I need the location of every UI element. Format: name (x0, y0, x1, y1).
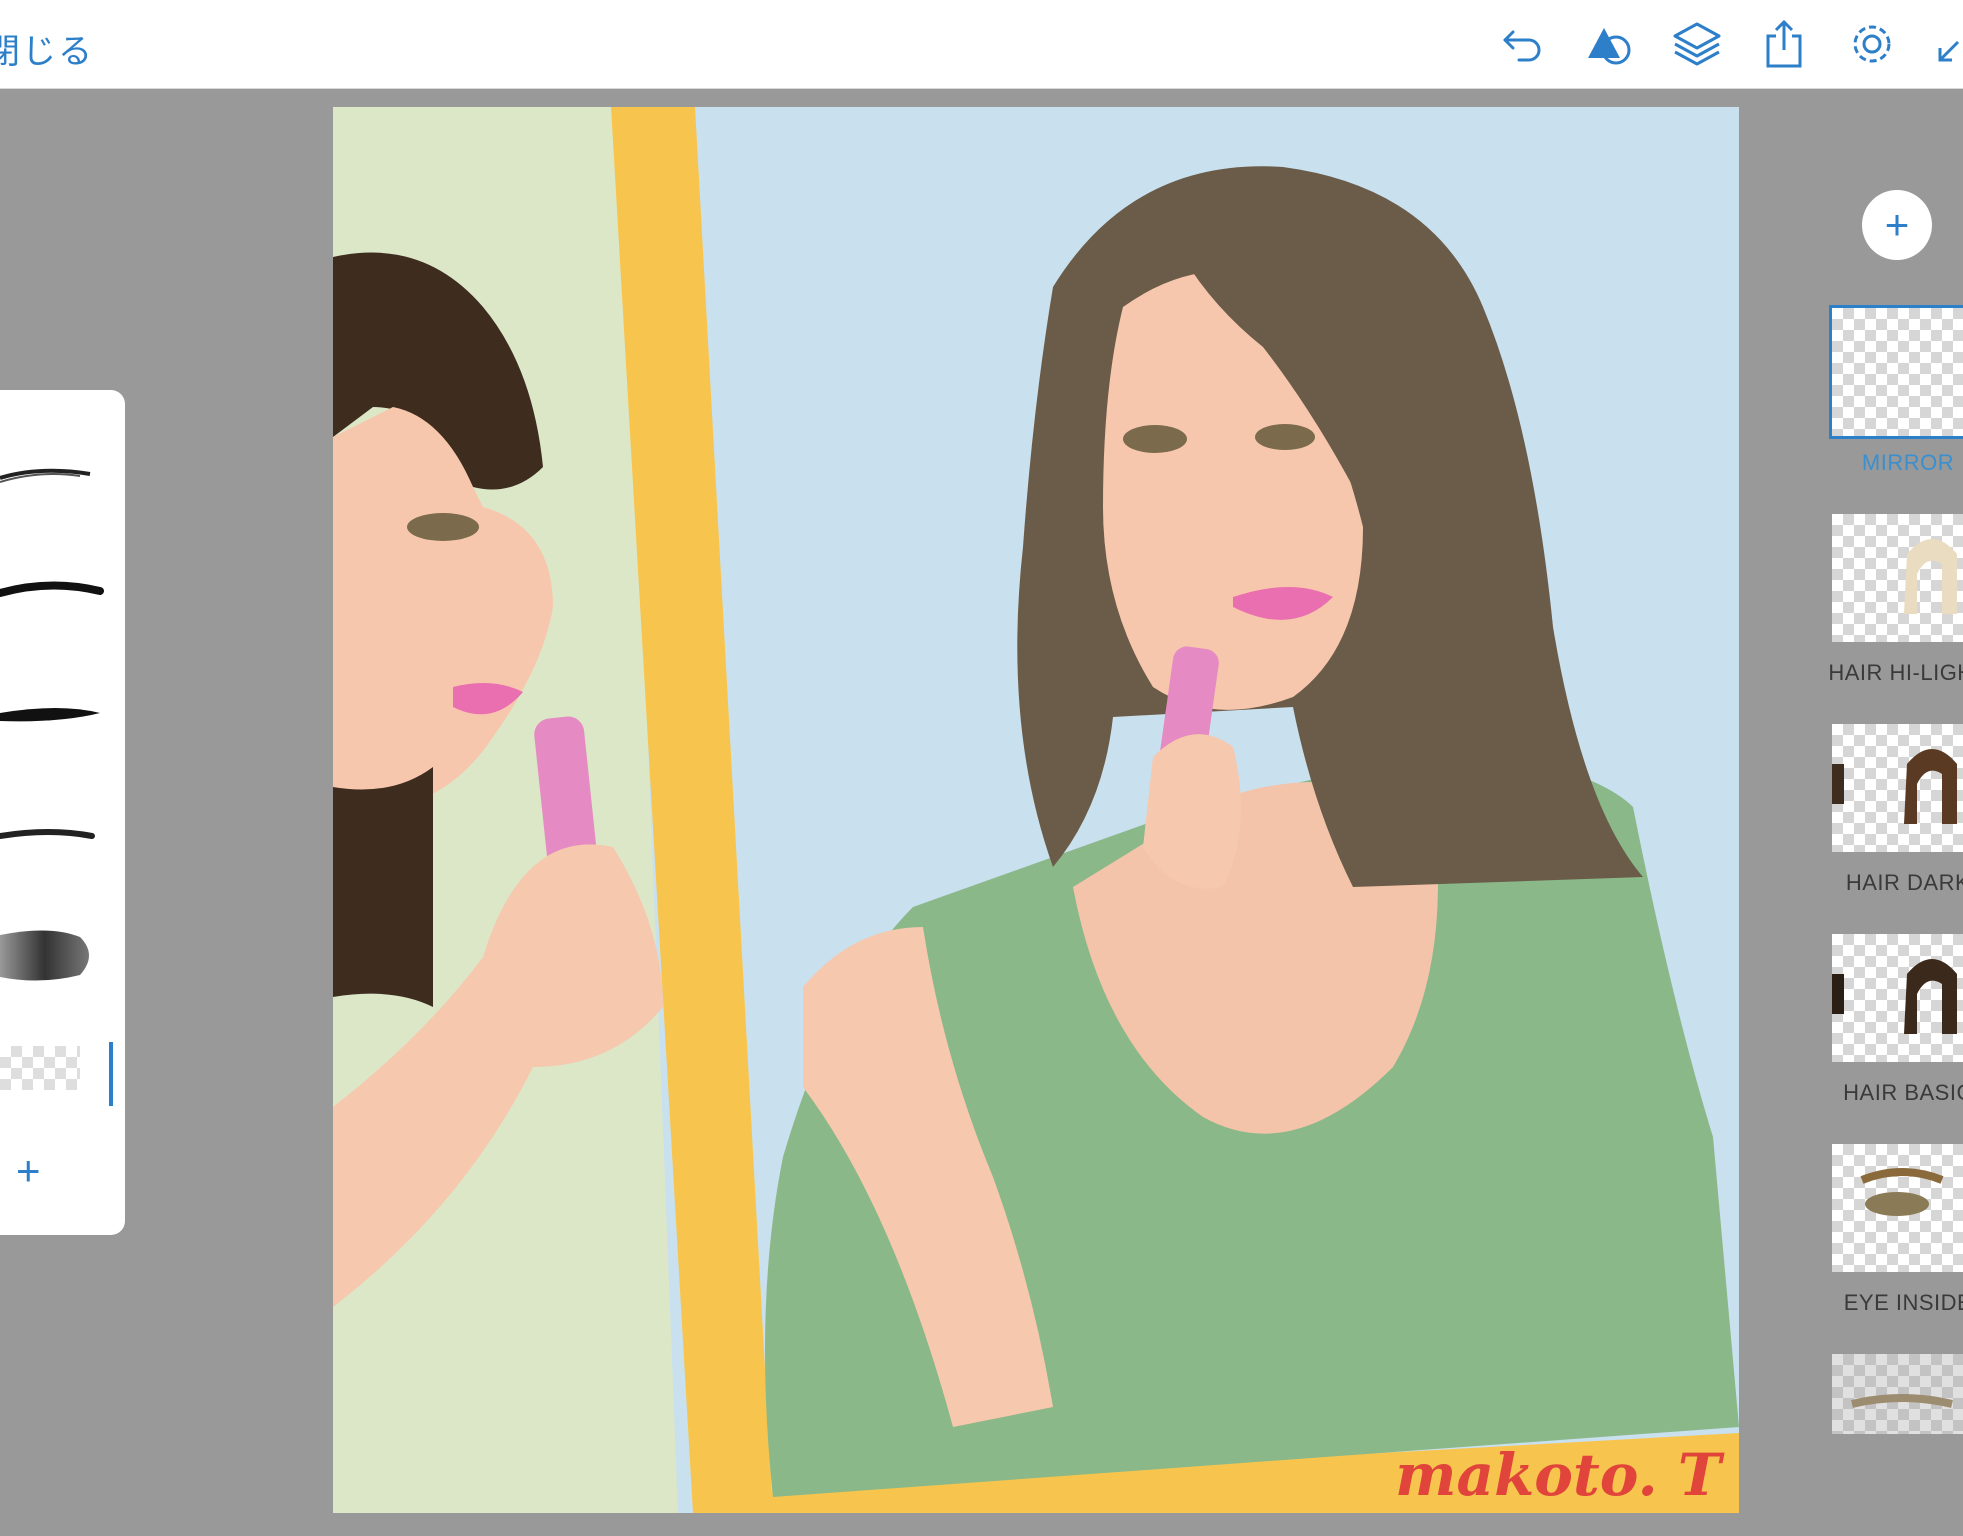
shape-icon[interactable] (1584, 18, 1636, 70)
undo-icon[interactable] (1497, 18, 1549, 70)
artist-signature: makoto. T (1395, 1441, 1721, 1509)
brush-eraser-stroke[interactable] (0, 1046, 80, 1090)
layer-thumb-mirror[interactable] (1829, 305, 1963, 439)
add-layer-button[interactable]: + (1862, 190, 1932, 260)
close-button[interactable]: 閉じる (0, 24, 94, 73)
settings-icon[interactable] (1846, 18, 1898, 70)
brush-watercolor-stroke[interactable] (0, 915, 110, 995)
brush-marker-stroke[interactable] (0, 695, 110, 731)
layer-thumb-partial[interactable] (1832, 1354, 1963, 1434)
brush-pencil-stroke[interactable] (0, 460, 100, 490)
layers-icon[interactable] (1671, 18, 1723, 70)
layer-thumb-hair-basic[interactable] (1832, 934, 1963, 1062)
layer-thumb-hair-hi-light[interactable] (1832, 514, 1963, 642)
layer-label-hair-basic[interactable]: HAIR BASIC (1808, 1080, 1963, 1106)
artwork (333, 107, 1739, 1513)
layer-label-eye-inside[interactable]: EYE INSIDE (1808, 1290, 1963, 1316)
share-icon[interactable] (1758, 18, 1810, 70)
layer-label-hair-hi-light[interactable]: HAIR HI-LIGHT (1808, 660, 1963, 686)
top-toolbar: 閉じる (0, 0, 1963, 89)
layer-thumb-eye-inside[interactable] (1832, 1144, 1963, 1272)
collapse-icon[interactable] (1934, 18, 1963, 70)
brush-ink-stroke[interactable] (0, 575, 110, 605)
brush-thin-stroke[interactable] (0, 820, 110, 850)
layer-label-hair-dark[interactable]: HAIR DARK (1808, 870, 1963, 896)
layer-label-mirror[interactable]: MIRROR (1808, 450, 1963, 476)
brush-panel: + (0, 390, 125, 1235)
drawing-canvas[interactable]: makoto. T (333, 107, 1739, 1513)
selected-brush-indicator (109, 1042, 113, 1106)
add-brush-button[interactable]: + (16, 1150, 41, 1192)
layer-thumb-hair-dark[interactable] (1832, 724, 1963, 852)
